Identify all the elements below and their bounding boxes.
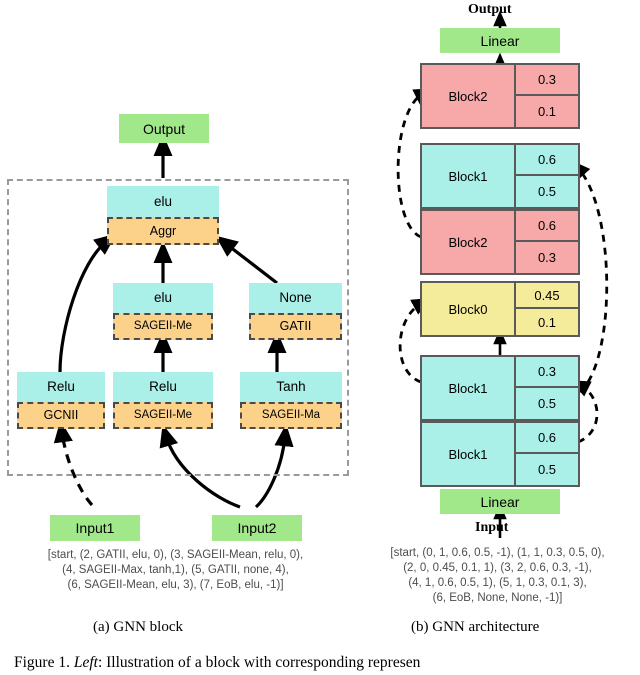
panel-b-block-3-name: Block0 [422, 283, 516, 335]
panel-b-block-5-name: Block1 [422, 423, 516, 485]
node-mid-op-label: SAGEII-Me [133, 319, 193, 332]
panel-b-block-5-v1: 0.6 [516, 423, 578, 454]
node-aggr-op: Aggr [107, 217, 219, 245]
panel-b-block-0-values: 0.3 0.1 [516, 65, 578, 127]
panel-b-subcaption: (b) GNN architecture [411, 619, 540, 635]
panel-b-linear-bottom-label: Linear [480, 493, 520, 510]
node-leaf1-op-label: GCNII [43, 408, 79, 423]
node-right-op-label: GATII [279, 319, 312, 334]
panel-b-block-3-v1: 0.45 [516, 283, 578, 309]
node-aggr-activation: elu [107, 186, 219, 217]
panel-b-block-5-v2: 0.5 [516, 454, 578, 485]
node-leaf2-activation-label: Relu [149, 379, 177, 395]
panel-b-block-1-name: Block1 [422, 145, 516, 207]
figure-caption: Figure 1. Left: Illustration of a block … [14, 654, 420, 672]
figure-caption-prefix: Figure 1. [14, 654, 70, 671]
panel-b-block-2-values: 0.6 0.3 [516, 211, 578, 273]
panel-b-input-label: Input [475, 520, 509, 535]
panel-a-input2-box: Input2 [212, 515, 302, 541]
panel-b-block-4-v2: 0.5 [516, 388, 578, 419]
panel-b-block-3-v2: 0.1 [516, 309, 578, 335]
node-right-activation: None [249, 283, 342, 313]
figure-caption-emphasis: Left [73, 654, 98, 671]
panel-a-sequence-line-1: [start, (2, GATII, elu, 0), (3, SAGEII-M… [47, 549, 304, 561]
panel-b-block-0-name: Block2 [422, 65, 516, 127]
panel-b-linear-top: Linear [440, 28, 560, 53]
panel-b-linear-bottom: Linear [440, 489, 560, 514]
panel-a-node-aggr: elu Aggr [107, 186, 219, 245]
skip-right-lower [570, 380, 599, 444]
panel-b-block-4-values: 0.3 0.5 [516, 357, 578, 419]
panel-a-input1-box: Input1 [50, 515, 140, 541]
panel-a-output-box: Output [119, 114, 209, 143]
node-leaf3-activation: Tanh [240, 372, 342, 402]
panel-b-sequence-text: [start, (0, 1, 0.6, 0.5, -1), (1, 1, 0.3… [355, 546, 640, 606]
node-aggr-activation-label: elu [153, 193, 172, 209]
node-leaf1-activation: Relu [17, 372, 105, 402]
panel-b-block-4: Block1 0.3 0.5 [420, 355, 580, 421]
panel-b-block-5: Block1 0.6 0.5 [420, 421, 580, 487]
panel-a-input1-label: Input1 [75, 520, 115, 536]
panel-b-block-4-v1: 0.3 [516, 357, 578, 388]
panel-a-output-label: Output [142, 120, 186, 137]
panel-b-block-0-v1: 0.3 [516, 65, 578, 96]
panel-b-block-3-values: 0.45 0.1 [516, 283, 578, 335]
node-right-op: GATII [249, 313, 342, 340]
node-aggr-op-label: Aggr [149, 223, 177, 238]
node-leaf1-activation-label: Relu [47, 379, 75, 395]
node-leaf2-activation: Relu [113, 372, 213, 402]
node-right-activation-label: None [279, 290, 312, 306]
panel-a-sequence-line-3: (6, SAGEII-Mean, elu, 3), (7, EoB, elu, … [67, 579, 284, 591]
panel-a-sequence-line-2: (4, SAGEII-Max, tanh,1), (5, GATII, none… [62, 564, 289, 576]
panel-a-subcaption: (a) GNN block [93, 619, 183, 635]
panel-b-block-0: Block2 0.3 0.1 [420, 63, 580, 129]
node-leaf1-op: GCNII [17, 402, 105, 429]
skip-right-upper [570, 160, 609, 394]
panel-b-block-4-name: Block1 [422, 357, 516, 419]
panel-b-sequence-line-2: (2, 0, 0.45, 0.1, 1), (3, 2, 0.6, 0.3, -… [403, 562, 592, 574]
panel-b-block-1-v2: 0.5 [516, 176, 578, 207]
panel-a-sequence-text: [start, (2, GATII, elu, 0), (3, SAGEII-M… [8, 548, 343, 593]
panel-a-node-right: None GATII [249, 283, 342, 340]
panel-b-block-3: Block0 0.45 0.1 [420, 281, 580, 337]
panel-a-node-mid: elu SAGEII-Me [113, 283, 213, 340]
panel-b-sequence-line-3: (4, 1, 0.6, 0.5, 1), (5, 1, 0.3, 0.1, 3)… [408, 577, 587, 589]
node-leaf2-op: SAGEII-Me [113, 402, 213, 429]
panel-b-block-2-v1: 0.6 [516, 211, 578, 242]
panel-b-block-1-values: 0.6 0.5 [516, 145, 578, 207]
panel-b-block-2-name: Block2 [422, 211, 516, 273]
node-leaf3-op-label: SAGEII-Ma [261, 408, 321, 421]
panel-b-sequence-line-1: [start, (0, 1, 0.6, 0.5, -1), (1, 1, 0.3… [390, 547, 605, 559]
node-leaf3-op: SAGEII-Ma [240, 402, 342, 429]
node-mid-op: SAGEII-Me [113, 313, 213, 340]
panel-b-block-2-v2: 0.3 [516, 242, 578, 273]
skip-left-lower [398, 297, 432, 384]
panel-a-node-leaf1: Relu GCNII [17, 372, 105, 429]
node-leaf2-op-label: SAGEII-Me [133, 408, 193, 421]
panel-b-output-label: Output [468, 2, 512, 17]
node-mid-activation: elu [113, 283, 213, 313]
panel-a-node-leaf3: Tanh SAGEII-Ma [240, 372, 342, 429]
node-leaf3-activation-label: Tanh [276, 379, 306, 395]
node-mid-activation-label: elu [153, 290, 172, 306]
panel-b-block-2: Block2 0.6 0.3 [420, 209, 580, 275]
panel-b-sequence-line-4: (6, EoB, None, None, -1)] [432, 592, 563, 604]
panel-a-node-leaf2: Relu SAGEII-Me [113, 372, 213, 429]
panel-b-block-5-values: 0.6 0.5 [516, 423, 578, 485]
panel-b-linear-top-label: Linear [480, 32, 520, 49]
figure-caption-rest: : Illustration of a block with correspon… [97, 654, 421, 671]
panel-b-block-0-v2: 0.1 [516, 96, 578, 127]
panel-b-block-1-v1: 0.6 [516, 145, 578, 176]
figure-root: Output elu Aggr elu SAGEII-Me None GATII… [0, 0, 640, 675]
panel-b-block-1: Block1 0.6 0.5 [420, 143, 580, 209]
panel-a-input2-label: Input2 [237, 520, 277, 536]
